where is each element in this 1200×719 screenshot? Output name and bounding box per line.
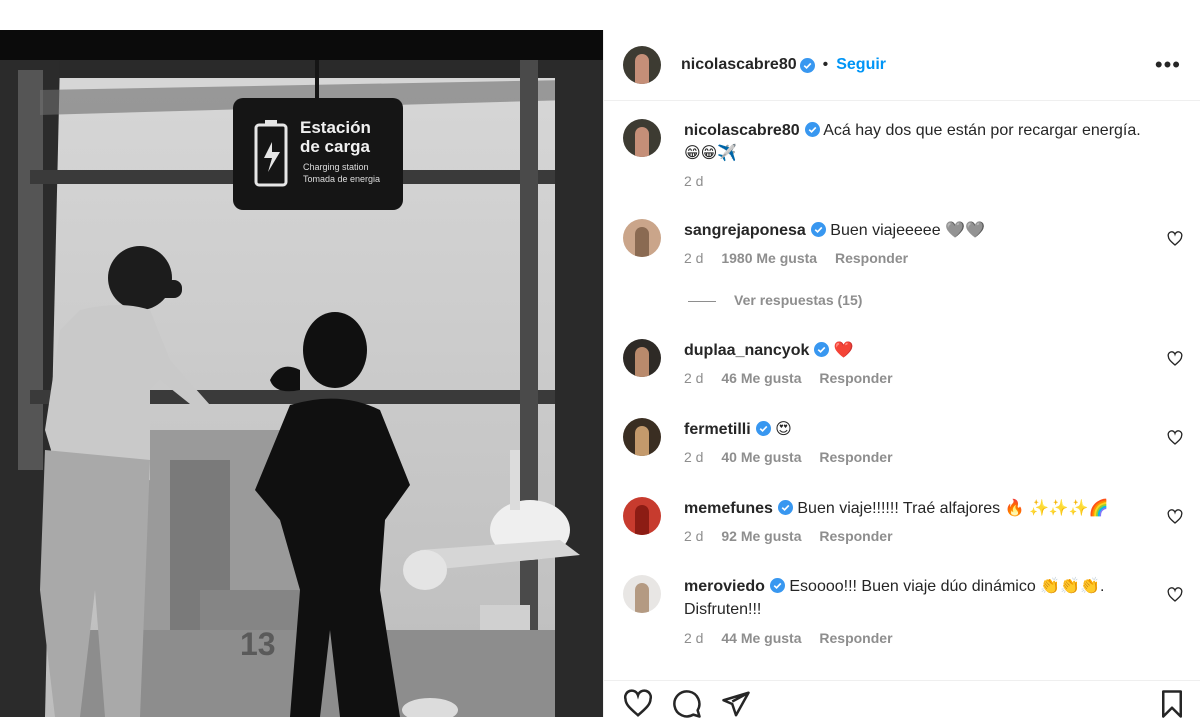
comment-item: duplaa_nancyok ❤️ 2 d 46 Me gusta Respon… [623, 339, 1183, 399]
comment-avatar[interactable] [623, 339, 661, 377]
comment-meta: 2 d 46 Me gusta Responder [684, 370, 907, 386]
caption-time: 2 d [684, 173, 704, 189]
post-header: nicolascabre80 • Seguir ••• [604, 30, 1200, 101]
view-replies-button[interactable]: Ver respuestas (15) [688, 292, 862, 308]
verified-icon [810, 222, 826, 237]
comment-meta: 2 d 40 Me gusta Responder [684, 449, 907, 465]
comment-likes[interactable]: 40 Me gusta [721, 449, 801, 465]
comment-avatar[interactable] [623, 575, 661, 613]
reply-button[interactable]: Responder [819, 630, 892, 646]
comment-body: fermetilli 😍 [684, 418, 1154, 441]
comment-body: sangrejaponesa Buen viajeeeee 🩶🩶 [684, 219, 1154, 242]
verified-icon [804, 122, 820, 137]
comment-username[interactable]: duplaa_nancyok [684, 342, 809, 359]
comment-body: memefunes Buen viaje!!!!!! Traé alfajore… [684, 497, 1154, 520]
like-heart-icon[interactable] [1167, 231, 1183, 247]
view-replies-label: Ver respuestas (15) [734, 292, 863, 308]
comment-username[interactable]: memefunes [684, 500, 773, 517]
comment-likes[interactable]: 92 Me gusta [721, 528, 801, 544]
top-bar [0, 0, 1200, 30]
comment-avatar[interactable] [623, 497, 661, 535]
comment-body: duplaa_nancyok ❤️ [684, 339, 1154, 362]
comment-username[interactable]: fermetilli [684, 421, 751, 438]
verified-icon [799, 57, 815, 73]
like-heart-icon[interactable] [1167, 351, 1183, 367]
comment-item: memefunes Buen viaje!!!!!! Traé alfajore… [623, 497, 1183, 557]
author-username[interactable]: nicolascabre80 [681, 56, 797, 74]
caption-text: Acá hay dos que están por recargar energ… [823, 122, 1141, 139]
comment-likes[interactable]: 46 Me gusta [721, 370, 801, 386]
comment-time: 2 d [684, 630, 704, 646]
author-avatar[interactable] [623, 46, 661, 84]
comment-time: 2 d [684, 250, 704, 266]
comment-meta: 2 d 92 Me gusta Responder [684, 528, 907, 544]
comment-likes[interactable]: 1980 Me gusta [721, 250, 817, 266]
reply-button[interactable]: Responder [819, 449, 892, 465]
sign-sub-2: Tomada de energia [303, 174, 380, 184]
comment-avatar[interactable] [623, 418, 661, 456]
bookmark-icon[interactable] [1157, 689, 1187, 719]
like-heart-icon[interactable] [1167, 430, 1183, 446]
comment-username[interactable]: meroviedo [684, 578, 765, 595]
caption-username[interactable]: nicolascabre80 [684, 122, 800, 139]
caption-meta: 2 d [684, 173, 717, 189]
post-image[interactable]: Estación de carga Charging station Tomad… [0, 30, 603, 717]
sign-title-2: de carga [300, 137, 370, 156]
caption-avatar[interactable] [623, 119, 661, 157]
comment-text: 😍 [775, 421, 792, 438]
comment-username[interactable]: sangrejaponesa [684, 222, 806, 239]
caption-emojis: 😁😁✈️ [684, 145, 738, 162]
verified-icon [814, 342, 830, 357]
like-heart-icon[interactable] [1167, 587, 1183, 603]
comment-meta: 2 d 44 Me gusta Responder [684, 630, 907, 646]
action-bar [604, 680, 1200, 718]
comment-time: 2 d [684, 370, 704, 386]
comment-item: meroviedo Esoooo!!! Buen viaje dúo dinám… [623, 575, 1183, 655]
post-panel: nicolascabre80 • Seguir ••• nicolascabre… [603, 30, 1200, 718]
comment-item: fermetilli 😍 2 d 40 Me gusta Responder [623, 418, 1183, 478]
sign-sub-1: Charging station [303, 162, 369, 172]
follow-button[interactable]: Seguir [836, 56, 886, 74]
like-heart-icon[interactable] [1167, 509, 1183, 525]
heart-icon[interactable] [623, 689, 653, 719]
reply-button[interactable]: Responder [819, 528, 892, 544]
share-icon[interactable] [721, 689, 751, 719]
post-caption: nicolascabre80 Acá hay dos que están por… [623, 119, 1183, 189]
comment-body: meroviedo Esoooo!!! Buen viaje dúo dinám… [684, 575, 1124, 621]
caption-body: nicolascabre80 Acá hay dos que están por… [684, 119, 1154, 165]
replies-line [688, 300, 716, 302]
comment-avatar[interactable] [623, 219, 661, 257]
verified-icon [769, 578, 785, 593]
more-icon[interactable]: ••• [1155, 52, 1181, 78]
comment-time: 2 d [684, 449, 704, 465]
comment-text: Buen viajeeeee 🩶🩶 [830, 222, 985, 239]
comment-item: sangrejaponesa Buen viajeeeee 🩶🩶 2 d 198… [623, 219, 1183, 279]
verified-icon [755, 421, 771, 436]
verified-icon [777, 500, 793, 515]
reply-button[interactable]: Responder [835, 250, 908, 266]
gate-number: 13 [240, 626, 276, 662]
sign-title-1: Estación [300, 118, 371, 137]
comment-meta: 2 d 1980 Me gusta Responder [684, 250, 922, 266]
comment-time: 2 d [684, 528, 704, 544]
comment-text: ❤️ [833, 342, 854, 359]
separator-dot: • [822, 56, 829, 73]
comment-icon[interactable] [672, 689, 702, 719]
reply-button[interactable]: Responder [819, 370, 892, 386]
comment-likes[interactable]: 44 Me gusta [721, 630, 801, 646]
comment-text: Buen viaje!!!!!! Traé alfajores 🔥 ✨✨✨🌈 [797, 500, 1109, 517]
